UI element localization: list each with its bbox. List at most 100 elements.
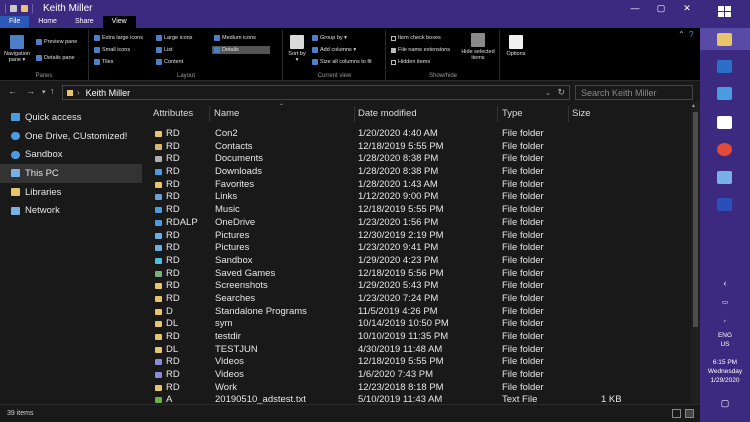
- refresh-icon[interactable]: ↻: [557, 87, 565, 98]
- tab-home[interactable]: Home: [29, 16, 66, 28]
- address-input[interactable]: › Keith Miller ⌄ ↻: [62, 85, 570, 100]
- chrome-icon[interactable]: [717, 143, 732, 156]
- wifi-icon[interactable]: ◜: [700, 318, 750, 326]
- layout-list[interactable]: List: [156, 47, 173, 53]
- column-type[interactable]: Type: [502, 106, 569, 122]
- forward-arrow-icon[interactable]: →: [26, 86, 35, 96]
- layout-small-icons[interactable]: Small icons: [94, 47, 130, 53]
- file-row[interactable]: RD Screenshots 1/29/2020 5:43 PM File folde…: [143, 280, 691, 293]
- taskbar: ‹ ▭ ◜ ENG US 6:15 PM Wednesday 1/29/2020…: [700, 0, 750, 422]
- file-row[interactable]: RD Sandbox 1/29/2020 4:23 PM File folder: [143, 255, 691, 268]
- language-indicator[interactable]: ENG: [700, 332, 750, 339]
- large-icons-view-icon[interactable]: [685, 409, 694, 418]
- file-row[interactable]: RD Contacts 12/18/2019 5:55 PM File folder: [143, 141, 691, 154]
- item-check-boxes-toggle[interactable]: Item check boxes: [391, 35, 441, 41]
- tab-share[interactable]: Share: [66, 16, 103, 28]
- file-row[interactable]: DL TESTJUN 4/30/2019 11:48 AM File folder: [143, 344, 691, 357]
- show-hidden-icons-icon[interactable]: ‹: [700, 278, 750, 288]
- up-arrow-icon[interactable]: ↑: [50, 86, 55, 96]
- hidden-items-toggle[interactable]: Hidden items: [391, 59, 430, 65]
- layout-details[interactable]: Details: [212, 46, 270, 54]
- recent-locations-icon[interactable]: ▾: [42, 88, 46, 96]
- file-row[interactable]: RD Favorites 1/28/2020 1:43 AM File folder: [143, 179, 691, 192]
- close-button[interactable]: ✕: [674, 0, 700, 16]
- new-folder-icon[interactable]: [21, 4, 28, 12]
- app-icon[interactable]: [717, 60, 732, 73]
- region-indicator[interactable]: US: [700, 341, 750, 348]
- layout-tiles[interactable]: Tiles: [94, 59, 113, 65]
- notifications-icon[interactable]: ▢: [700, 398, 750, 409]
- back-arrow-icon[interactable]: ←: [8, 86, 17, 96]
- maximize-button[interactable]: ▢: [648, 0, 674, 16]
- collapse-ribbon-icon[interactable]: ⌃: [678, 30, 685, 39]
- tab-file[interactable]: File: [0, 16, 30, 28]
- scroll-up-icon[interactable]: ▴: [692, 102, 695, 109]
- file-row[interactable]: RD Links 1/12/2020 9:00 PM File folder: [143, 191, 691, 204]
- nav-item[interactable]: Network: [0, 201, 142, 220]
- nav-item[interactable]: This PC: [0, 164, 142, 183]
- nav-item[interactable]: Quick access: [0, 108, 142, 127]
- hide-selected-items-button[interactable]: Hide selected items: [459, 33, 497, 61]
- file-row[interactable]: RD Pictures 12/30/2019 2:19 PM File folder: [143, 230, 691, 243]
- navigation-pane-button[interactable]: Navigation pane ▾: [3, 35, 31, 63]
- layout-medium-icons[interactable]: Medium icons: [214, 35, 256, 41]
- app-icon[interactable]: [717, 171, 732, 184]
- column-name[interactable]: Name: [214, 106, 355, 122]
- sort-by-button[interactable]: Sort by ▾: [287, 35, 307, 63]
- layout-extra-large-icons[interactable]: Extra large icons: [94, 35, 143, 41]
- breadcrumb-chevron-icon[interactable]: ›: [77, 88, 80, 97]
- column-attributes[interactable]: Attributes: [153, 106, 210, 122]
- group-by-icon: [312, 35, 318, 41]
- windows-start-icon[interactable]: [717, 5, 732, 18]
- file-row[interactable]: RD Videos 12/18/2019 5:55 PM File folder: [143, 356, 691, 369]
- preview-pane-button[interactable]: Preview pane: [36, 39, 77, 45]
- tab-view[interactable]: View: [102, 16, 136, 28]
- size-all-columns-button[interactable]: Size all columns to fit: [312, 59, 372, 65]
- folder-icon: [155, 359, 162, 366]
- file-row[interactable]: RD Downloads 1/28/2020 8:38 PM File folder: [143, 166, 691, 179]
- properties-icon[interactable]: [10, 4, 17, 12]
- file-row[interactable]: RD Work 12/23/2018 8:18 PM File folder: [143, 382, 691, 395]
- file-name: testdir: [215, 331, 241, 342]
- nav-item[interactable]: Sandbox: [0, 145, 142, 164]
- add-columns-button[interactable]: Add columns ▾: [312, 47, 356, 53]
- details-pane-button[interactable]: Details pane: [36, 55, 75, 61]
- clock-day[interactable]: Wednesday: [700, 368, 750, 375]
- file-row[interactable]: A 20190510_adstest.txt 5/10/2019 11:43 AM T…: [143, 394, 691, 404]
- file-row[interactable]: RD testdir 10/10/2019 11:35 PM File folder: [143, 331, 691, 344]
- mail-icon[interactable]: [717, 116, 732, 129]
- file-row[interactable]: RD Documents 1/28/2020 8:38 PM File folder: [143, 153, 691, 166]
- details-view-icon[interactable]: [672, 409, 681, 418]
- group-by-button[interactable]: Group by ▾: [312, 35, 347, 41]
- file-row[interactable]: RD Pictures 1/23/2020 9:41 PM File folder: [143, 242, 691, 255]
- powershell-icon[interactable]: [717, 198, 732, 211]
- layout-large-icons[interactable]: Large icons: [156, 35, 192, 41]
- file-row[interactable]: DL sym 10/14/2019 10:50 PM File folder: [143, 318, 691, 331]
- file-name-extensions-toggle[interactable]: File name extensions: [391, 47, 450, 53]
- clock-date[interactable]: 1/29/2020: [700, 377, 750, 384]
- scrollbar-thumb[interactable]: [693, 112, 698, 327]
- file-row[interactable]: D Standalone Programs 11/5/2019 4:26 PM Fil…: [143, 306, 691, 319]
- file-row[interactable]: RD Videos 1/6/2020 7:43 PM File folder: [143, 369, 691, 382]
- chevron-down-icon[interactable]: ⌄: [545, 89, 551, 97]
- nav-item[interactable]: Libraries: [0, 183, 142, 202]
- battery-icon[interactable]: ▭: [700, 298, 750, 306]
- file-row[interactable]: RD Saved Games 12/18/2019 5:56 PM File fold…: [143, 268, 691, 281]
- search-input[interactable]: Search Keith Miller: [575, 85, 693, 100]
- breadcrumb-current[interactable]: Keith Miller: [86, 88, 131, 98]
- file-explorer-icon[interactable]: [717, 33, 732, 46]
- column-size[interactable]: Size: [572, 106, 622, 122]
- vertical-scrollbar[interactable]: ▴: [691, 102, 700, 404]
- file-row[interactable]: RD Con2 1/20/2020 4:40 AM File folder: [143, 128, 691, 141]
- file-row[interactable]: RD Searches 1/23/2020 7:24 PM File folder: [143, 293, 691, 306]
- file-row[interactable]: RD Music 12/18/2019 5:55 PM File folder: [143, 204, 691, 217]
- remote-desktop-icon[interactable]: [717, 87, 732, 100]
- layout-content[interactable]: Content: [156, 59, 183, 65]
- nav-item[interactable]: One Drive, CUstomized!: [0, 127, 142, 146]
- column-date-modified[interactable]: Date modified: [358, 106, 498, 122]
- clock-time[interactable]: 6:15 PM: [700, 359, 750, 366]
- file-row[interactable]: RDALP OneDrive 1/23/2020 1:56 PM File folde…: [143, 217, 691, 230]
- minimize-button[interactable]: —: [622, 0, 648, 16]
- help-icon[interactable]: ?: [689, 30, 693, 39]
- options-button[interactable]: Options: [503, 35, 529, 57]
